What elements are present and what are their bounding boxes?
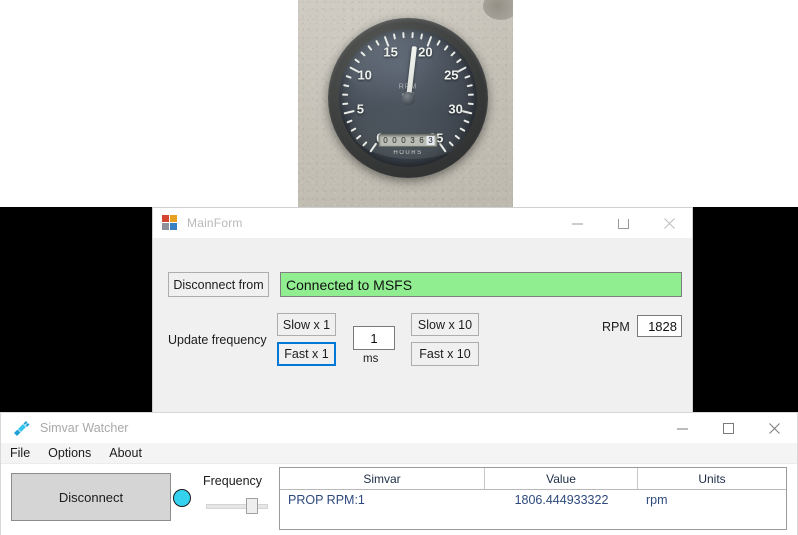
hour-meter-digit: 3 [427, 136, 435, 145]
hour-meter-digit: 3 [409, 136, 417, 145]
photo-band: 05101520253035 RPM x100 000363 HOURS [0, 0, 798, 207]
gauge-bezel: 05101520253035 RPM x100 000363 HOURS [328, 18, 488, 178]
close-icon[interactable] [646, 208, 692, 238]
disconnect-button[interactable]: Disconnect [11, 473, 171, 521]
gauge-tick-number-10: 10 [357, 68, 371, 83]
simvar-watcher-titlebar[interactable]: Simvar Watcher [1, 413, 797, 443]
column-header-units[interactable]: Units [638, 468, 786, 489]
gauge-tick-number-30: 30 [448, 102, 462, 117]
app-tiles-icon [162, 215, 178, 231]
close-icon[interactable] [751, 413, 797, 443]
mainform-title: MainForm [187, 216, 243, 230]
slow-x10-button[interactable]: Slow x 10 [411, 313, 479, 336]
menu-item-options[interactable]: Options [48, 446, 91, 460]
gauge-hub [402, 92, 415, 105]
simvar-table: SimvarValueUnits PROP RPM:11806.44493332… [279, 467, 787, 530]
table-row[interactable]: PROP RPM:11806.444933322rpm [280, 490, 786, 510]
mainform-window: MainForm Disconnect from Connected to MS… [152, 207, 693, 412]
fast-x10-button[interactable]: Fast x 10 [411, 342, 479, 366]
gauge-hour-meter: 000363 [379, 134, 438, 147]
screenshot-root: 05101520253035 RPM x100 000363 HOURS Mai… [0, 0, 798, 535]
update-frequency-label: Update frequency [168, 333, 267, 347]
mainform-body: Disconnect from Connected to MSFS Update… [153, 238, 692, 412]
mainform-window-buttons [554, 208, 692, 238]
maximize-icon[interactable] [600, 208, 646, 238]
frequency-slider-track [206, 504, 268, 509]
frequency-slider[interactable] [206, 498, 268, 514]
gauge-tick-number-5: 5 [357, 102, 364, 117]
hour-meter-digit: 0 [391, 136, 399, 145]
menu-item-file[interactable]: File [10, 446, 30, 460]
mainform-titlebar[interactable]: MainForm [153, 208, 692, 238]
rpm-label: RPM [602, 320, 630, 334]
connection-status-light [173, 489, 191, 507]
plug-icon [12, 420, 30, 436]
simvar-watcher-window: Simvar Watcher File Options About Disconne… [0, 412, 798, 535]
connection-status-field: Connected to MSFS [280, 272, 682, 297]
column-header-value[interactable]: Value [485, 468, 638, 489]
aircraft-tachometer-photo: 05101520253035 RPM x100 000363 HOURS [298, 0, 513, 207]
minimize-icon[interactable] [659, 413, 705, 443]
gauge-hours-caption: HOURS [393, 150, 422, 156]
interval-ms-input[interactable]: 1 [353, 326, 395, 350]
gauge-tick-number-15: 15 [383, 45, 397, 60]
simvar-menubar: File Options About [1, 443, 797, 464]
rpm-value-field: 1828 [637, 315, 682, 337]
frequency-slider-thumb[interactable] [246, 498, 258, 514]
simvar-table-header: SimvarValueUnits [280, 468, 786, 490]
simvar-watcher-body: Disconnect Frequency SimvarValueUnits PR… [1, 464, 797, 535]
hour-meter-digit: 6 [418, 136, 426, 145]
gauge-dial: 05101520253035 RPM x100 000363 HOURS [339, 29, 477, 167]
slow-x1-button[interactable]: Slow x 1 [277, 313, 336, 336]
simvar-window-buttons [659, 413, 797, 443]
fast-x1-button[interactable]: Fast x 1 [277, 342, 336, 366]
frequency-label: Frequency [203, 474, 262, 488]
menu-item-about[interactable]: About [109, 446, 142, 460]
cell-value: 1806.444933322 [485, 490, 638, 510]
simvar-table-body: PROP RPM:11806.444933322rpm [280, 490, 786, 510]
cell-units: rpm [638, 490, 786, 510]
column-header-simvar[interactable]: Simvar [280, 468, 485, 489]
minimize-icon[interactable] [554, 208, 600, 238]
hour-meter-digit: 0 [400, 136, 408, 145]
disconnect-from-button[interactable]: Disconnect from [168, 272, 269, 297]
ms-unit-label: ms [363, 353, 378, 365]
hour-meter-digit: 0 [382, 136, 390, 145]
gauge-tick-number-20: 20 [418, 45, 432, 60]
simvar-watcher-title: Simvar Watcher [40, 421, 128, 435]
cell-simvar: PROP RPM:1 [280, 490, 485, 510]
gauge-tick-number-25: 25 [444, 68, 458, 83]
maximize-icon[interactable] [705, 413, 751, 443]
